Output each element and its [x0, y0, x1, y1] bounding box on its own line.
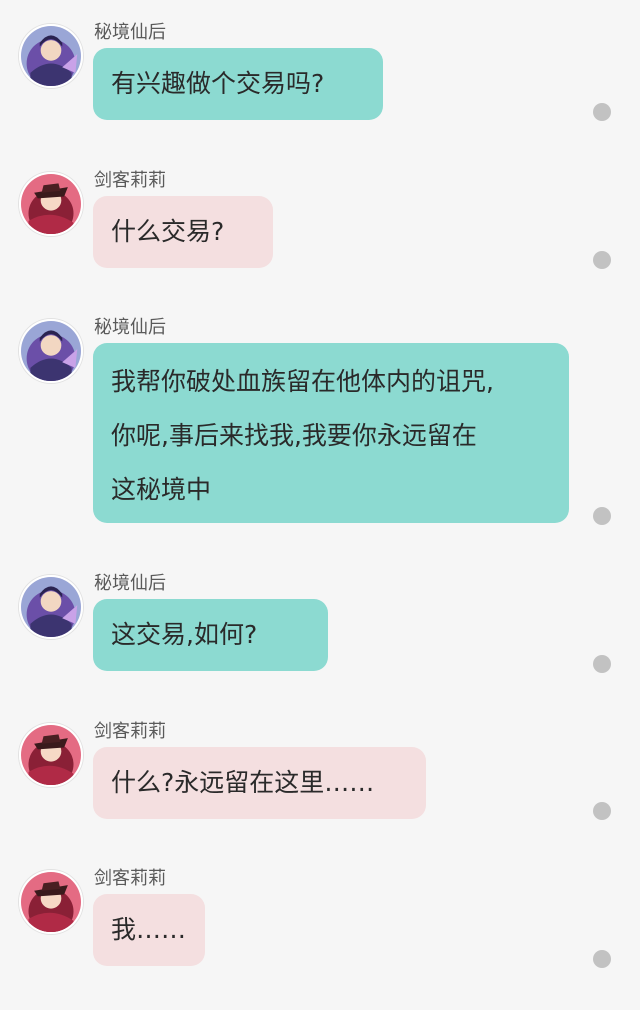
status-dot	[593, 655, 611, 673]
avatar[interactable]	[19, 575, 83, 639]
sender-name: 秘境仙后	[94, 22, 166, 43]
message-bubble[interactable]: 有兴趣做个交易吗?	[93, 48, 383, 120]
sender-name: 剑客莉莉	[94, 170, 166, 191]
status-dot	[593, 950, 611, 968]
lily-avatar-image	[21, 725, 81, 785]
avatar[interactable]	[19, 24, 83, 88]
message-text-line: 你呢,事后来找我,我要你永远留在	[111, 421, 477, 450]
message-bubble[interactable]: 什么?永远留在这里……	[93, 747, 426, 819]
message-bubble[interactable]: 这交易,如何?	[93, 599, 328, 671]
lily-avatar-image	[21, 174, 81, 234]
sender-name: 剑客莉莉	[94, 721, 166, 742]
message-text-line: 我帮你破处血族留在他体内的诅咒,	[111, 367, 494, 396]
status-dot	[593, 802, 611, 820]
queen-avatar-image	[21, 577, 81, 637]
status-dot	[593, 507, 611, 525]
sender-name: 剑客莉莉	[94, 868, 166, 889]
message-text: 这交易,如何?	[111, 620, 258, 649]
sender-name: 秘境仙后	[94, 317, 166, 338]
avatar[interactable]	[19, 319, 83, 383]
lily-avatar-image	[21, 872, 81, 932]
message-bubble[interactable]: 我帮你破处血族留在他体内的诅咒, 你呢,事后来找我,我要你永远留在 这秘境中	[93, 343, 569, 523]
status-dot	[593, 251, 611, 269]
sender-name: 秘境仙后	[94, 573, 166, 594]
message-text: 什么?永远留在这里……	[111, 768, 375, 797]
message-text: 什么交易?	[111, 217, 225, 246]
message-text-line: 这秘境中	[111, 475, 212, 504]
queen-avatar-image	[21, 26, 81, 86]
message-text: 我……	[111, 915, 187, 944]
message-text: 有兴趣做个交易吗?	[111, 69, 325, 98]
queen-avatar-image	[21, 321, 81, 381]
status-dot	[593, 103, 611, 121]
message-bubble[interactable]: 什么交易?	[93, 196, 273, 268]
avatar[interactable]	[19, 723, 83, 787]
avatar[interactable]	[19, 172, 83, 236]
message-bubble[interactable]: 我……	[93, 894, 205, 966]
avatar[interactable]	[19, 870, 83, 934]
